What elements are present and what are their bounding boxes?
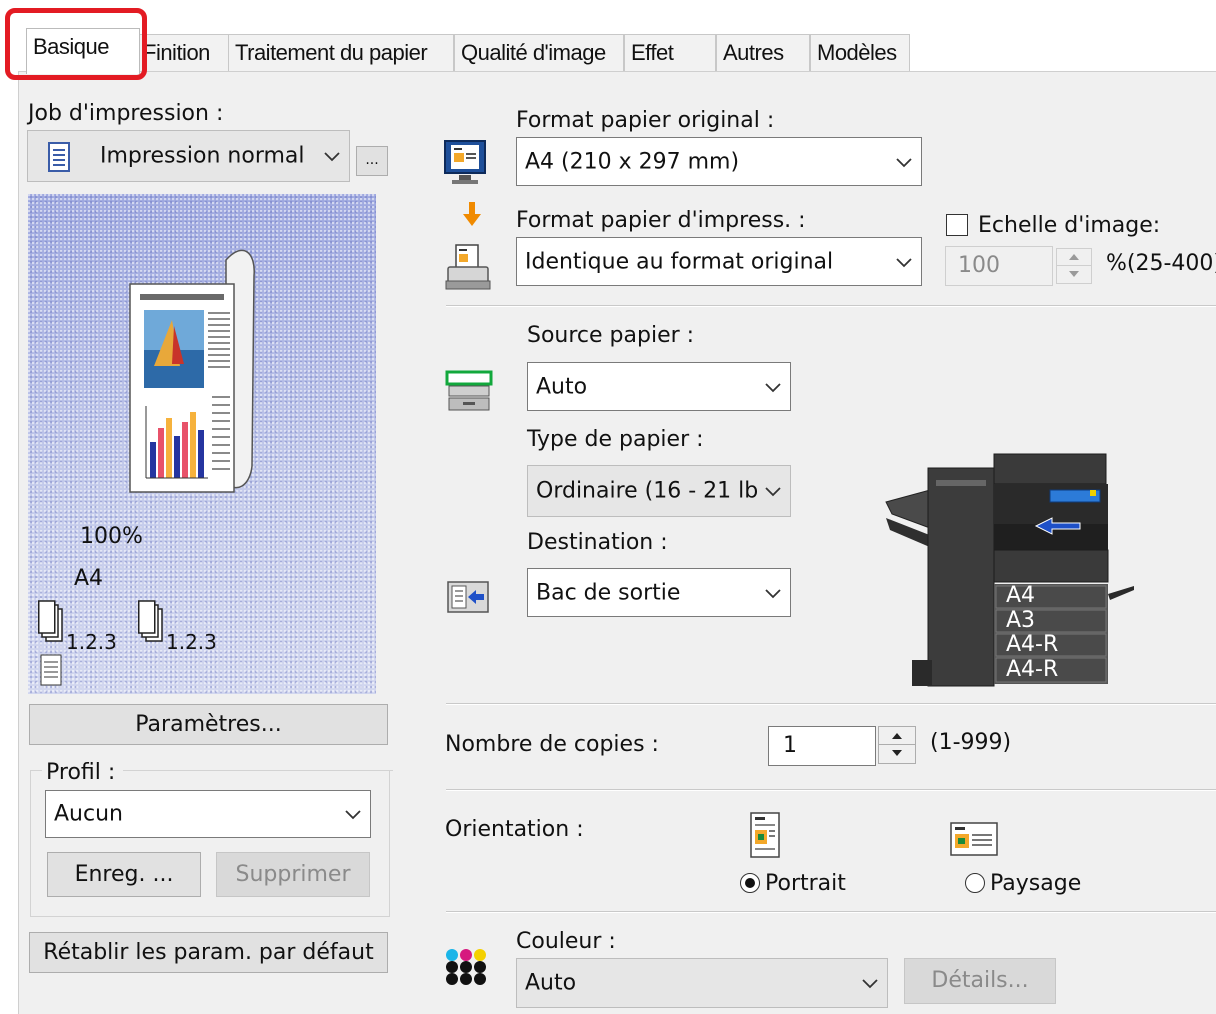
print-size-value: Identique au format original [525,249,834,274]
reset-defaults-button[interactable]: Rétablir les param. par défaut [29,932,388,973]
tab-qualite-image[interactable]: Qualité d'image [454,34,624,72]
zoom-label: Echelle d'image: [978,213,1161,238]
chevron-down-icon [765,588,781,598]
portrait-radio[interactable] [740,873,760,893]
print-size-select[interactable]: Identique au format original [516,237,922,286]
profile-select[interactable]: Aucun [45,790,371,838]
portrait-page-icon [750,812,780,858]
color-value: Auto [525,970,577,996]
paper-type-label: Type de papier : [527,427,704,452]
separator [446,789,1216,791]
page-icon [40,654,62,686]
arrow-down-icon [463,202,481,226]
collate-stack-icon [138,600,163,642]
zoom-range: %(25-400) [1106,251,1216,276]
portrait-label: Portrait [765,871,846,896]
original-size-value: A4 (210 x 297 mm) [525,149,740,174]
chevron-down-icon [862,979,878,989]
landscape-label: Paysage [990,871,1082,896]
chevron-down-icon [765,382,781,392]
zoom-spinner[interactable] [1056,248,1092,284]
collate-label-1: 1.2.3 [66,630,117,654]
color-label: Couleur : [516,929,616,954]
paper-type-value: Ordinaire (16 - 21 lb [536,478,759,504]
paper-tray-icon [445,370,493,411]
destination-value: Bac de sortie [536,580,681,605]
landscape-page-icon [950,822,998,856]
spin-up-icon [1069,254,1079,260]
spin-up-icon [892,733,902,739]
color-dots-icon [446,949,486,985]
document-preview-icon [129,249,255,493]
chevron-down-icon [765,487,781,497]
separator [446,911,1216,913]
tab-strip: Basique Finition Traitement du papier Qu… [18,28,1216,74]
job-more-button[interactable]: ... [356,146,388,176]
landscape-radio[interactable] [965,873,985,893]
printer-icon [445,244,491,290]
zoom-input[interactable]: 100 [945,246,1053,286]
collate-stack-icon [38,600,63,642]
separator [446,305,1216,307]
copies-spinner[interactable] [878,726,916,764]
chevron-down-icon [896,157,912,167]
copies-input[interactable]: 1 [768,726,876,766]
source-select[interactable]: Auto [527,362,791,411]
chevron-down-icon [345,810,361,820]
document-icon [48,142,70,178]
monitor-icon [444,140,486,184]
copies-label: Nombre de copies : [445,732,659,757]
preview-paper: A4 [74,566,104,591]
delete-profile-button[interactable]: Supprimer [216,852,370,897]
profile-label: Profil : [46,760,116,785]
job-select[interactable]: Impression normal [27,130,350,182]
collate-label-2: 1.2.3 [166,630,217,654]
tab-autres[interactable]: Autres [716,34,810,72]
tab-basique[interactable]: Basique [26,28,140,74]
original-size-label: Format papier original : [516,108,775,133]
color-details-button[interactable]: Détails... [904,958,1056,1004]
original-size-select[interactable]: A4 (210 x 297 mm) [516,137,922,186]
destination-select[interactable]: Bac de sortie [527,568,791,617]
job-value: Impression normal [100,143,305,169]
tab-traitement-papier[interactable]: Traitement du papier [228,34,454,72]
tray-label-2: A3 [1006,608,1036,633]
print-size-label: Format papier d'impress. : [516,208,806,233]
tab-effet[interactable]: Effet [624,34,716,72]
source-value: Auto [536,374,588,399]
tray-label-4: A4-R [1006,657,1059,682]
profile-value: Aucun [54,801,123,827]
settings-button[interactable]: Paramètres... [29,704,388,745]
tab-modeles[interactable]: Modèles [810,34,910,72]
output-tray-icon [447,581,489,613]
spin-down-icon [1069,271,1079,277]
copies-range: (1-999) [930,730,1012,755]
chevron-down-icon [324,152,340,162]
save-profile-button[interactable]: Enreg. ... [47,852,201,897]
zoom-checkbox[interactable] [946,214,968,236]
printer-illustration: A4 A3 A4-R A4-R [884,450,1136,690]
job-label: Job d'impression : [28,101,224,126]
print-preview: 100% A4 1.2.3 1.2.3 [28,194,376,694]
chevron-down-icon [896,257,912,267]
separator [446,703,1216,705]
tab-finition[interactable]: Finition [136,34,236,72]
color-select[interactable]: Auto [516,958,888,1008]
preview-scale: 100% [80,524,143,549]
paper-type-select[interactable]: Ordinaire (16 - 21 lb [527,465,791,517]
spin-down-icon [892,750,902,756]
tray-label-1: A4 [1006,583,1036,608]
source-label: Source papier : [527,323,695,348]
orientation-label: Orientation : [445,817,584,842]
destination-label: Destination : [527,530,668,555]
tray-label-3: A4-R [1006,632,1059,657]
